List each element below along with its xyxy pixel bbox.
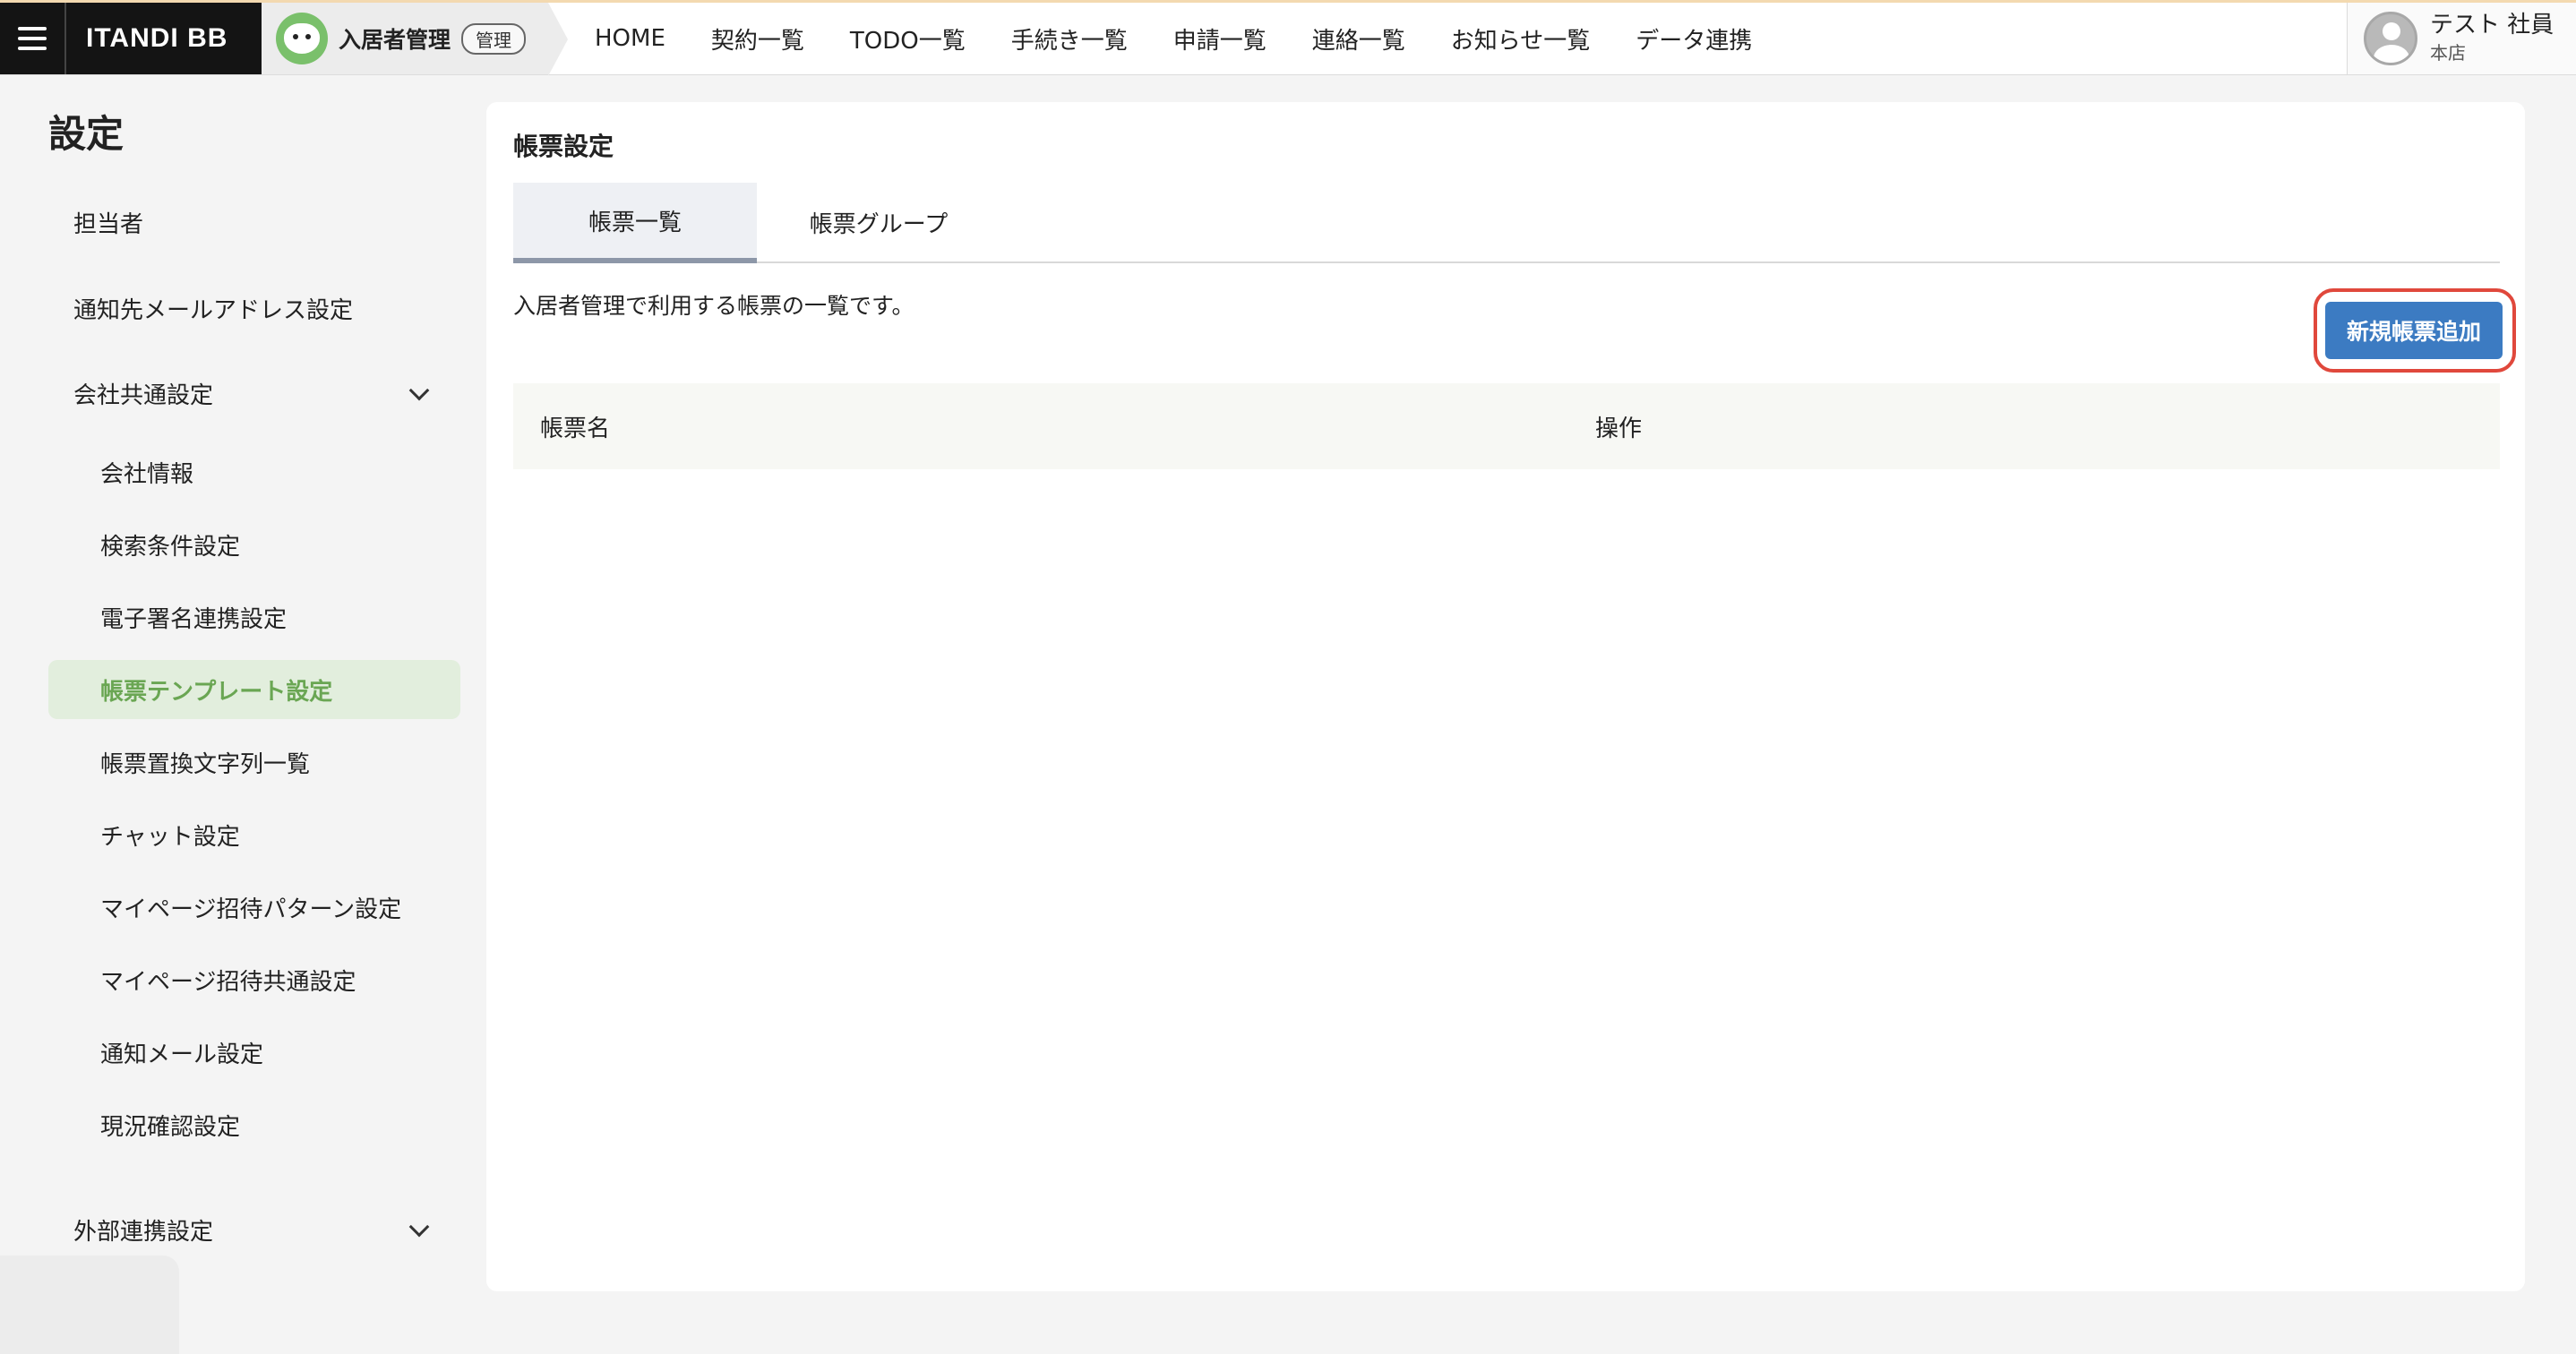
settings-sidebar: 設定 担当者 通知先メールアドレス設定 会社共通設定 会社情報 検索条件設定 電… [0, 75, 484, 1354]
nav-notices[interactable]: お知らせ一覧 [1451, 22, 1590, 56]
admin-badge: 管理 [461, 22, 527, 55]
sidebar-item-notification-mail[interactable]: 通知メール設定 [48, 1023, 460, 1082]
table-header: 帳票名 操作 [513, 383, 2500, 469]
sidebar-item-company-info[interactable]: 会社情報 [48, 442, 460, 501]
tab-form-groups[interactable]: 帳票グループ [757, 183, 1000, 261]
page-title: 設定 [48, 112, 125, 156]
nav-applications[interactable]: 申請一覧 [1173, 22, 1267, 56]
top-bar: ITANDI BB 入居者管理 管理 HOME 契約一覧 TODO一覧 手続き一… [0, 0, 2576, 76]
sidebar-item-replacement-strings[interactable]: 帳票置換文字列一覧 [48, 733, 460, 792]
user-avatar-icon [2364, 12, 2417, 65]
hamburger-icon [18, 27, 47, 30]
sidebar-item-mypage-invite-pattern[interactable]: マイページ招待パターン設定 [48, 878, 460, 937]
nav-procedures[interactable]: 手続き一覧 [1011, 22, 1128, 56]
page-description: 入居者管理で利用する帳票の一覧です。 [513, 293, 914, 319]
sidebar-item-e-signature[interactable]: 電子署名連携設定 [48, 587, 460, 647]
app-switcher[interactable]: 入居者管理 管理 [262, 3, 568, 76]
nav-contracts[interactable]: 契約一覧 [711, 22, 804, 56]
app-name: 入居者管理 [339, 27, 451, 53]
tab-bar: 帳票一覧 帳票グループ [513, 183, 2500, 263]
bear-logo-icon [276, 13, 328, 64]
chevron-down-icon [408, 1216, 430, 1238]
sidebar-item-staff[interactable]: 担当者 [48, 193, 460, 252]
floating-panel [0, 1255, 179, 1354]
sidebar-item-notification-email[interactable]: 通知先メールアドレス設定 [48, 279, 460, 338]
sidebar-group-label: 会社共通設定 [73, 381, 214, 409]
sidebar-item-search-conditions[interactable]: 検索条件設定 [48, 515, 460, 574]
nav-data-integration[interactable]: データ連携 [1636, 22, 1752, 56]
card-title: 帳票設定 [513, 132, 614, 161]
chevron-down-icon [408, 380, 430, 401]
column-header-form-name: 帳票名 [540, 415, 611, 442]
nav-todo[interactable]: TODO一覧 [850, 22, 966, 56]
user-branch: 本店 [2430, 41, 2466, 64]
column-header-actions: 操作 [1595, 415, 1643, 442]
sidebar-group-external-integration[interactable]: 外部連携設定 [48, 1200, 460, 1259]
user-name: テスト 社員 [2430, 12, 2555, 39]
sidebar-item-chat[interactable]: チャット設定 [48, 805, 460, 864]
sidebar-group-label: 外部連携設定 [73, 1218, 214, 1246]
sidebar-item-mypage-invite-common[interactable]: マイページ招待共通設定 [48, 950, 460, 1009]
brand-logo[interactable]: ITANDI BB [66, 3, 262, 74]
sidebar-item-status-check[interactable]: 現況確認設定 [48, 1095, 460, 1154]
nav-home[interactable]: HOME [595, 25, 665, 52]
hamburger-menu-button[interactable] [0, 3, 66, 74]
form-settings-card: 帳票設定 帳票一覧 帳票グループ 入居者管理で利用する帳票の一覧です。 新規帳票… [486, 102, 2525, 1291]
tab-form-list[interactable]: 帳票一覧 [513, 183, 757, 263]
global-nav: HOME 契約一覧 TODO一覧 手続き一覧 申請一覧 連絡一覧 お知らせ一覧 … [548, 3, 1798, 74]
sidebar-group-company-common[interactable]: 会社共通設定 [48, 364, 460, 423]
add-form-button[interactable]: 新規帳票追加 [2325, 302, 2503, 359]
user-menu[interactable]: テスト 社員 本店 [2347, 3, 2576, 74]
sidebar-item-form-templates[interactable]: 帳票テンプレート設定 [48, 660, 460, 719]
nav-contacts[interactable]: 連絡一覧 [1312, 22, 1405, 56]
